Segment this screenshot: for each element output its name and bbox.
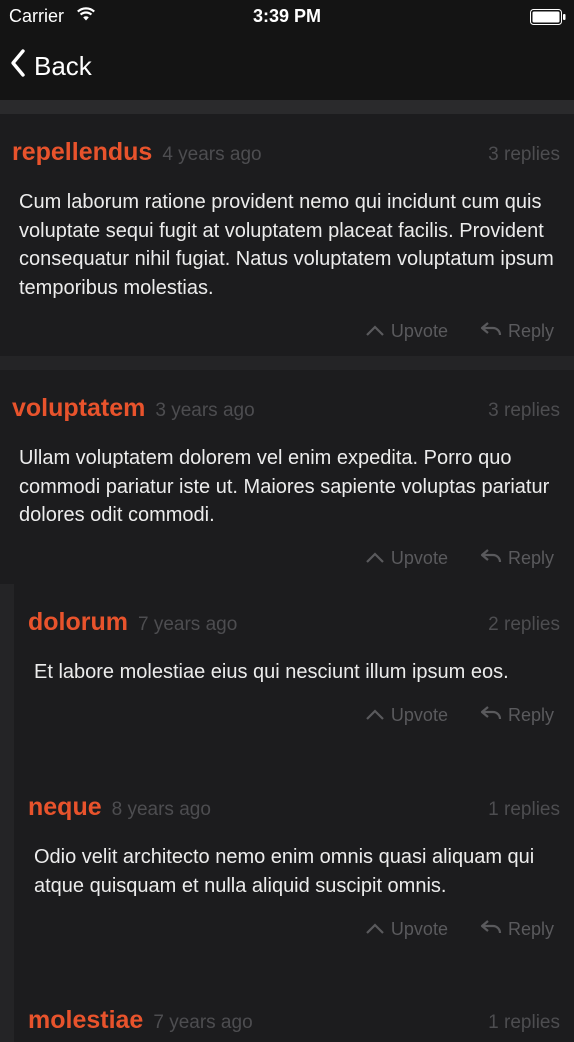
comment-header: dolorum 7 years ago 2 replies [14,584,574,640]
comment-header: molestiae 7 years ago 1 replies [14,982,574,1038]
status-bar: Carrier 3:39 PM [0,0,574,34]
comment-author[interactable]: neque [28,793,102,822]
chevron-left-icon [10,48,34,85]
replies-count[interactable]: 2 replies [488,614,560,636]
comment-author[interactable]: voluptatem [12,394,145,423]
battery-icon [530,9,566,25]
chevron-up-icon [365,548,391,569]
upvote-label: Upvote [390,548,448,568]
upvote-button[interactable]: Upvote [365,548,448,569]
back-label: Back [34,50,92,81]
nav-divider [0,100,574,114]
comment-body: Cum laborum ratione provident nemo qui i… [19,191,554,299]
reply-icon [480,321,508,342]
status-time: 3:39 PM [252,6,322,26]
reply-button[interactable]: Reply [480,548,554,569]
upvote-button[interactable]: Upvote [365,321,448,342]
reply-label: Reply [507,548,554,568]
reply-icon [480,919,508,940]
comment-actions: Upvote Reply [0,302,574,346]
comment-age: 7 years ago [153,1012,253,1033]
comment: voluptatem 3 years ago 3 replies Ullam v… [0,370,574,584]
reply-label: Reply [507,918,554,939]
replies-count[interactable]: 3 replies [488,400,560,422]
chevron-up-icon [365,321,391,342]
chevron-up-icon [365,705,391,726]
comment: repellendus 4 years ago 3 replies Cum la… [0,114,574,356]
comment-header: neque 8 years ago 1 replies [14,769,574,825]
comment-body: Ullam voluptatem dolorem vel enim expedi… [19,447,550,526]
reply-button[interactable]: Reply [480,919,554,940]
comment-author[interactable]: molestiae [28,1006,143,1035]
comment-header: repellendus 4 years ago 3 replies [0,114,574,170]
comment-author[interactable]: repellendus [12,138,152,167]
reply-button[interactable]: Reply [480,705,554,726]
reply-label: Reply [507,320,554,341]
reply-button[interactable]: Reply [480,321,554,342]
navigation-bar: Back [0,34,574,100]
back-button[interactable]: Back [10,48,92,84]
comment-age: 3 years ago [155,400,255,421]
comment-actions: Upvote Reply [14,687,574,731]
comment-age: 7 years ago [138,614,238,635]
reply-comment: molestiae 7 years ago 1 replies [14,982,574,1042]
upvote-button[interactable]: Upvote [365,919,448,940]
upvote-label: Upvote [390,918,448,939]
upvote-label: Upvote [390,320,448,341]
upvote-button[interactable]: Upvote [365,705,448,726]
comment-body: Et labore molestiae eius qui nesciunt il… [34,661,509,683]
thread-indent-bar [0,584,14,1042]
chevron-up-icon [365,919,391,940]
replies-count[interactable]: 3 replies [488,144,560,166]
comment-age: 8 years ago [111,799,211,820]
reply-thread: dolorum 7 years ago 2 replies Et labore … [0,584,574,1042]
comment-body: Odio velit architecto nemo enim omnis qu… [34,846,535,897]
replies-count[interactable]: 1 replies [488,799,560,821]
comment-author[interactable]: dolorum [28,608,128,637]
reply-comment: neque 8 years ago 1 replies Odio velit a… [14,769,574,982]
replies-count[interactable]: 1 replies [488,1012,560,1034]
comment-feed[interactable]: repellendus 4 years ago 3 replies Cum la… [0,114,574,1042]
comment-separator [0,356,574,370]
reply-comment: dolorum 7 years ago 2 replies Et labore … [14,584,574,769]
comment-header: voluptatem 3 years ago 3 replies [0,370,574,426]
reply-icon [480,705,508,726]
upvote-label: Upvote [390,705,448,725]
comment-actions: Upvote Reply [14,900,574,944]
reply-icon [480,548,508,569]
reply-label: Reply [507,705,554,725]
comment-age: 4 years ago [162,144,262,165]
comment-actions: Upvote Reply [0,530,574,574]
